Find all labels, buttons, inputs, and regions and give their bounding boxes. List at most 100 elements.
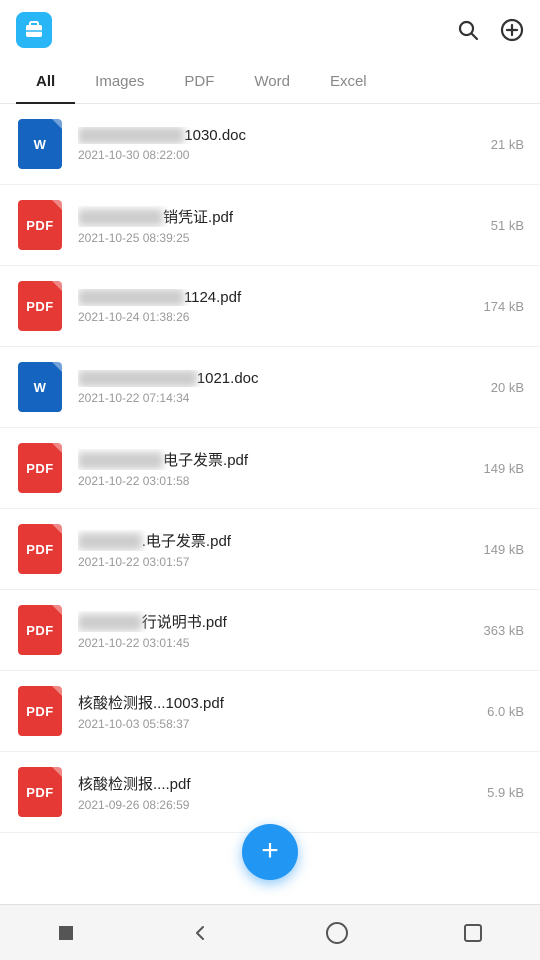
file-type-label: PDF xyxy=(26,461,54,476)
file-date: 2021-10-30 08:22:00 xyxy=(78,148,456,162)
list-item[interactable]: PDF ████████电子发票.pdf 2021-10-22 03:01:58 14… xyxy=(0,428,540,509)
file-date: 2021-09-26 08:26:59 xyxy=(78,798,456,812)
file-info: 核酸检测报...1003.pdf 2021-10-03 05:58:37 xyxy=(78,692,456,731)
nav-recent-button[interactable] xyxy=(443,915,503,951)
fab-add-button[interactable]: + xyxy=(242,824,298,880)
list-item[interactable]: PDF ██████.电子发票.pdf 2021-10-22 03:01:57 149… xyxy=(0,509,540,590)
file-type-label: PDF xyxy=(26,623,54,638)
header-actions xyxy=(456,18,524,42)
file-name-suffix: .电子发票.pdf xyxy=(142,533,231,550)
app-logo xyxy=(16,12,52,48)
tab-all[interactable]: All xyxy=(16,61,75,104)
file-name: ██████.电子发票.pdf xyxy=(78,530,456,551)
bottom-navigation xyxy=(0,904,540,960)
tab-pdf[interactable]: PDF xyxy=(164,61,234,104)
file-size: 6.0 kB xyxy=(464,704,524,719)
file-icon-word: W xyxy=(18,119,62,169)
list-item[interactable]: PDF ████████2...1124.pdf 2021-10-24 01:38:… xyxy=(0,266,540,347)
file-info: ██████行说明书.pdf 2021-10-22 03:01:45 xyxy=(78,611,456,650)
file-icon-pdf: PDF xyxy=(18,767,62,817)
file-icon-word: W xyxy=(18,362,62,412)
file-date: 2021-10-22 03:01:45 xyxy=(78,636,456,650)
file-name-suffix: 行说明书.pdf xyxy=(142,614,227,631)
list-item[interactable]: PDF 核酸检测报....pdf 2021-09-26 08:26:59 5.9 kB xyxy=(0,752,540,833)
file-size: 51 kB xyxy=(464,218,524,233)
file-size: 21 kB xyxy=(464,137,524,152)
file-name: ██████行说明书.pdf xyxy=(78,611,456,632)
file-size: 149 kB xyxy=(464,461,524,476)
file-info: ██████████...1021.doc 2021-10-22 07:14:34 xyxy=(78,370,456,405)
list-item[interactable]: W ██████████1030.doc 2021-10-30 08:22:00 21… xyxy=(0,104,540,185)
file-name-blurred: ██████ xyxy=(78,614,142,631)
file-icon-wrap: PDF xyxy=(16,199,64,251)
file-icon-pdf: PDF xyxy=(18,605,62,655)
list-item[interactable]: PDF 核酸检测报...1003.pdf 2021-10-03 05:58:37 6.… xyxy=(0,671,540,752)
file-name: ████████销凭证.pdf xyxy=(78,206,456,227)
file-name-suffix: 电子发票.pdf xyxy=(163,452,248,469)
file-date: 2021-10-25 08:39:25 xyxy=(78,231,456,245)
file-type-label: PDF xyxy=(26,704,54,719)
file-size: 149 kB xyxy=(464,542,524,557)
file-icon-pdf: PDF xyxy=(18,443,62,493)
nav-square-button[interactable] xyxy=(37,916,95,950)
file-size: 363 kB xyxy=(464,623,524,638)
file-info: ██████████1030.doc 2021-10-30 08:22:00 xyxy=(78,127,456,162)
filter-tabs: All Images PDF Word Excel xyxy=(0,60,540,104)
file-icon-pdf: PDF xyxy=(18,200,62,250)
tab-word[interactable]: Word xyxy=(234,61,310,104)
nav-back-button[interactable] xyxy=(169,914,231,952)
file-icon-wrap: PDF xyxy=(16,280,64,332)
file-name: ████████电子发票.pdf xyxy=(78,449,456,470)
file-name-blurred: ████████ xyxy=(78,209,163,226)
file-size: 20 kB xyxy=(464,380,524,395)
file-icon-wrap: W xyxy=(16,361,64,413)
search-button[interactable] xyxy=(456,18,480,42)
file-name: 核酸检测报....pdf xyxy=(78,773,456,794)
file-size: 174 kB xyxy=(464,299,524,314)
file-info: ████████2...1124.pdf 2021-10-24 01:38:26 xyxy=(78,289,456,324)
tab-excel[interactable]: Excel xyxy=(310,61,387,104)
file-type-label: PDF xyxy=(26,299,54,314)
tab-images[interactable]: Images xyxy=(75,61,164,104)
file-icon-pdf: PDF xyxy=(18,524,62,574)
add-button[interactable] xyxy=(500,18,524,42)
file-type-label: PDF xyxy=(26,542,54,557)
file-name-blurred: ████████ xyxy=(78,452,163,469)
file-size: 5.9 kB xyxy=(464,785,524,800)
list-item[interactable]: W ██████████...1021.doc 2021-10-22 07:14:3… xyxy=(0,347,540,428)
file-icon-wrap: PDF xyxy=(16,442,64,494)
file-name: ██████████1030.doc xyxy=(78,127,456,144)
file-name: 核酸检测报...1003.pdf xyxy=(78,692,456,713)
file-date: 2021-10-22 07:14:34 xyxy=(78,391,456,405)
fab-plus-icon: + xyxy=(261,836,279,866)
file-info: ██████.电子发票.pdf 2021-10-22 03:01:57 xyxy=(78,530,456,569)
file-name-suffix: 销凭证.pdf xyxy=(163,209,233,226)
file-name-suffix: 1021.doc xyxy=(197,370,259,387)
file-info: ████████电子发票.pdf 2021-10-22 03:01:58 xyxy=(78,449,456,488)
file-icon-wrap: PDF xyxy=(16,523,64,575)
file-date: 2021-10-24 01:38:26 xyxy=(78,310,456,324)
file-date: 2021-10-22 03:01:57 xyxy=(78,555,456,569)
file-type-label: PDF xyxy=(26,218,54,233)
file-name-blurred: ████████2... xyxy=(78,289,184,306)
file-type-label: W xyxy=(34,137,47,152)
file-info: ████████销凭证.pdf 2021-10-25 08:39:25 xyxy=(78,206,456,245)
file-icon-wrap: PDF xyxy=(16,685,64,737)
file-icon-pdf: PDF xyxy=(18,281,62,331)
file-type-label: PDF xyxy=(26,785,54,800)
file-name-suffix: 1030.doc xyxy=(184,127,246,144)
file-icon-wrap: W xyxy=(16,118,64,170)
file-icon-wrap: PDF xyxy=(16,766,64,818)
file-icon-wrap: PDF xyxy=(16,604,64,656)
file-name-suffix: 1124.pdf xyxy=(184,289,241,306)
file-name: ██████████...1021.doc xyxy=(78,370,456,387)
list-item[interactable]: PDF ██████行说明书.pdf 2021-10-22 03:01:45 363 … xyxy=(0,590,540,671)
file-name: ████████2...1124.pdf xyxy=(78,289,456,306)
file-date: 2021-10-03 05:58:37 xyxy=(78,717,456,731)
file-name-blurred: ██████ xyxy=(78,533,142,550)
list-item[interactable]: PDF ████████销凭证.pdf 2021-10-25 08:39:25 51 … xyxy=(0,185,540,266)
nav-home-button[interactable] xyxy=(305,913,369,953)
file-date: 2021-10-22 03:01:58 xyxy=(78,474,456,488)
file-icon-pdf: PDF xyxy=(18,686,62,736)
app-header xyxy=(0,0,540,60)
